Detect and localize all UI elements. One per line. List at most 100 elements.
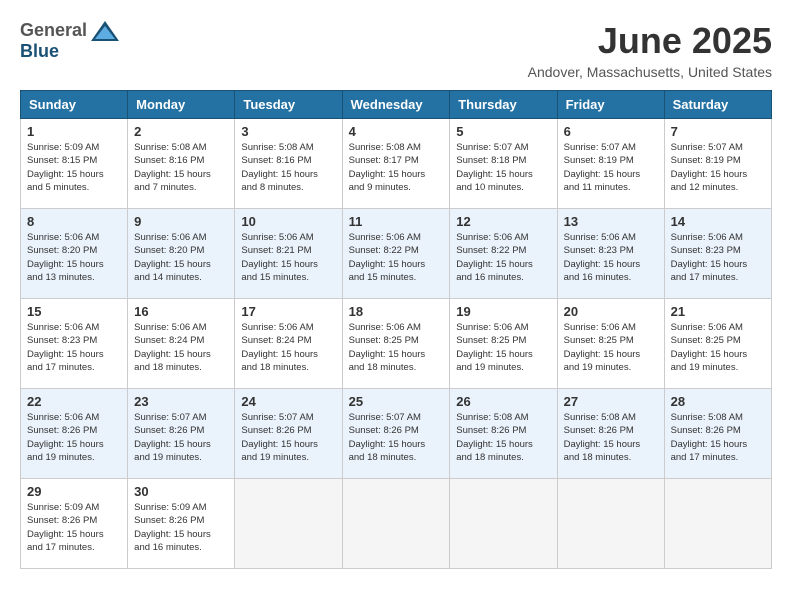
day-number: 6	[564, 124, 658, 139]
sunset-text: Sunset: 8:17 PM	[349, 154, 444, 167]
sunrise-text: Sunrise: 5:06 AM	[27, 231, 121, 244]
col-friday: Friday	[557, 91, 664, 119]
daylight-text: Daylight: 15 hours and 15 minutes.	[241, 258, 335, 285]
day-info: Sunrise: 5:07 AM Sunset: 8:26 PM Dayligh…	[349, 411, 444, 464]
sunset-text: Sunset: 8:21 PM	[241, 244, 335, 257]
daylight-text: Daylight: 15 hours and 15 minutes.	[349, 258, 444, 285]
day-info: Sunrise: 5:06 AM Sunset: 8:20 PM Dayligh…	[134, 231, 228, 284]
sunrise-text: Sunrise: 5:08 AM	[456, 411, 550, 424]
daylight-text: Daylight: 15 hours and 19 minutes.	[456, 348, 550, 375]
day-info: Sunrise: 5:06 AM Sunset: 8:26 PM Dayligh…	[27, 411, 121, 464]
logo-icon	[91, 21, 119, 41]
sunrise-text: Sunrise: 5:06 AM	[671, 231, 765, 244]
sunrise-text: Sunrise: 5:09 AM	[134, 501, 228, 514]
day-info: Sunrise: 5:06 AM Sunset: 8:21 PM Dayligh…	[241, 231, 335, 284]
daylight-text: Daylight: 15 hours and 7 minutes.	[134, 168, 228, 195]
daylight-text: Daylight: 15 hours and 17 minutes.	[27, 528, 121, 555]
sunrise-text: Sunrise: 5:06 AM	[349, 231, 444, 244]
day-info: Sunrise: 5:09 AM Sunset: 8:26 PM Dayligh…	[134, 501, 228, 554]
daylight-text: Daylight: 15 hours and 13 minutes.	[27, 258, 121, 285]
day-number: 7	[671, 124, 765, 139]
table-row	[235, 479, 342, 569]
sunrise-text: Sunrise: 5:07 AM	[349, 411, 444, 424]
table-row	[664, 479, 771, 569]
day-number: 5	[456, 124, 550, 139]
day-number: 21	[671, 304, 765, 319]
day-number: 28	[671, 394, 765, 409]
sunrise-text: Sunrise: 5:06 AM	[241, 321, 335, 334]
day-info: Sunrise: 5:08 AM Sunset: 8:26 PM Dayligh…	[564, 411, 658, 464]
table-row: 24 Sunrise: 5:07 AM Sunset: 8:26 PM Dayl…	[235, 389, 342, 479]
daylight-text: Daylight: 15 hours and 11 minutes.	[564, 168, 658, 195]
table-row: 29 Sunrise: 5:09 AM Sunset: 8:26 PM Dayl…	[21, 479, 128, 569]
day-info: Sunrise: 5:09 AM Sunset: 8:15 PM Dayligh…	[27, 141, 121, 194]
sunrise-text: Sunrise: 5:06 AM	[241, 231, 335, 244]
day-number: 4	[349, 124, 444, 139]
day-number: 25	[349, 394, 444, 409]
sunrise-text: Sunrise: 5:07 AM	[134, 411, 228, 424]
day-info: Sunrise: 5:07 AM Sunset: 8:19 PM Dayligh…	[671, 141, 765, 194]
day-number: 10	[241, 214, 335, 229]
daylight-text: Daylight: 15 hours and 18 minutes.	[349, 438, 444, 465]
sunset-text: Sunset: 8:23 PM	[564, 244, 658, 257]
sunset-text: Sunset: 8:23 PM	[671, 244, 765, 257]
daylight-text: Daylight: 15 hours and 17 minutes.	[671, 258, 765, 285]
table-row: 4 Sunrise: 5:08 AM Sunset: 8:17 PM Dayli…	[342, 119, 450, 209]
daylight-text: Daylight: 15 hours and 14 minutes.	[134, 258, 228, 285]
table-row: 15 Sunrise: 5:06 AM Sunset: 8:23 PM Dayl…	[21, 299, 128, 389]
table-row: 12 Sunrise: 5:06 AM Sunset: 8:22 PM Dayl…	[450, 209, 557, 299]
col-tuesday: Tuesday	[235, 91, 342, 119]
day-number: 12	[456, 214, 550, 229]
table-row: 7 Sunrise: 5:07 AM Sunset: 8:19 PM Dayli…	[664, 119, 771, 209]
sunrise-text: Sunrise: 5:06 AM	[456, 321, 550, 334]
sunrise-text: Sunrise: 5:06 AM	[134, 321, 228, 334]
sunset-text: Sunset: 8:24 PM	[134, 334, 228, 347]
day-info: Sunrise: 5:06 AM Sunset: 8:23 PM Dayligh…	[27, 321, 121, 374]
daylight-text: Daylight: 15 hours and 17 minutes.	[27, 348, 121, 375]
day-number: 20	[564, 304, 658, 319]
sunrise-text: Sunrise: 5:07 AM	[564, 141, 658, 154]
day-info: Sunrise: 5:07 AM Sunset: 8:26 PM Dayligh…	[241, 411, 335, 464]
calendar-header-row: Sunday Monday Tuesday Wednesday Thursday…	[21, 91, 772, 119]
sunrise-text: Sunrise: 5:07 AM	[456, 141, 550, 154]
daylight-text: Daylight: 15 hours and 19 minutes.	[241, 438, 335, 465]
daylight-text: Daylight: 15 hours and 16 minutes.	[564, 258, 658, 285]
col-saturday: Saturday	[664, 91, 771, 119]
table-row: 3 Sunrise: 5:08 AM Sunset: 8:16 PM Dayli…	[235, 119, 342, 209]
day-number: 23	[134, 394, 228, 409]
sunset-text: Sunset: 8:20 PM	[27, 244, 121, 257]
sunset-text: Sunset: 8:26 PM	[134, 514, 228, 527]
table-row: 23 Sunrise: 5:07 AM Sunset: 8:26 PM Dayl…	[128, 389, 235, 479]
month-year-title: June 2025	[528, 20, 772, 62]
sunset-text: Sunset: 8:22 PM	[456, 244, 550, 257]
calendar-week-row: 1 Sunrise: 5:09 AM Sunset: 8:15 PM Dayli…	[21, 119, 772, 209]
table-row: 6 Sunrise: 5:07 AM Sunset: 8:19 PM Dayli…	[557, 119, 664, 209]
calendar-week-row: 22 Sunrise: 5:06 AM Sunset: 8:26 PM Dayl…	[21, 389, 772, 479]
table-row: 20 Sunrise: 5:06 AM Sunset: 8:25 PM Dayl…	[557, 299, 664, 389]
sunset-text: Sunset: 8:26 PM	[27, 514, 121, 527]
day-info: Sunrise: 5:06 AM Sunset: 8:25 PM Dayligh…	[456, 321, 550, 374]
day-info: Sunrise: 5:08 AM Sunset: 8:26 PM Dayligh…	[456, 411, 550, 464]
day-number: 27	[564, 394, 658, 409]
sunset-text: Sunset: 8:26 PM	[671, 424, 765, 437]
sunrise-text: Sunrise: 5:07 AM	[671, 141, 765, 154]
daylight-text: Daylight: 15 hours and 19 minutes.	[134, 438, 228, 465]
day-info: Sunrise: 5:06 AM Sunset: 8:22 PM Dayligh…	[456, 231, 550, 284]
calendar-week-row: 15 Sunrise: 5:06 AM Sunset: 8:23 PM Dayl…	[21, 299, 772, 389]
daylight-text: Daylight: 15 hours and 18 minutes.	[241, 348, 335, 375]
title-section: June 2025 Andover, Massachusetts, United…	[528, 20, 772, 80]
table-row: 9 Sunrise: 5:06 AM Sunset: 8:20 PM Dayli…	[128, 209, 235, 299]
daylight-text: Daylight: 15 hours and 19 minutes.	[564, 348, 658, 375]
sunrise-text: Sunrise: 5:08 AM	[349, 141, 444, 154]
day-number: 2	[134, 124, 228, 139]
day-number: 8	[27, 214, 121, 229]
day-info: Sunrise: 5:08 AM Sunset: 8:16 PM Dayligh…	[241, 141, 335, 194]
day-number: 1	[27, 124, 121, 139]
day-info: Sunrise: 5:08 AM Sunset: 8:26 PM Dayligh…	[671, 411, 765, 464]
sunset-text: Sunset: 8:26 PM	[349, 424, 444, 437]
sunset-text: Sunset: 8:19 PM	[564, 154, 658, 167]
table-row	[342, 479, 450, 569]
sunrise-text: Sunrise: 5:06 AM	[456, 231, 550, 244]
daylight-text: Daylight: 15 hours and 16 minutes.	[456, 258, 550, 285]
daylight-text: Daylight: 15 hours and 12 minutes.	[671, 168, 765, 195]
